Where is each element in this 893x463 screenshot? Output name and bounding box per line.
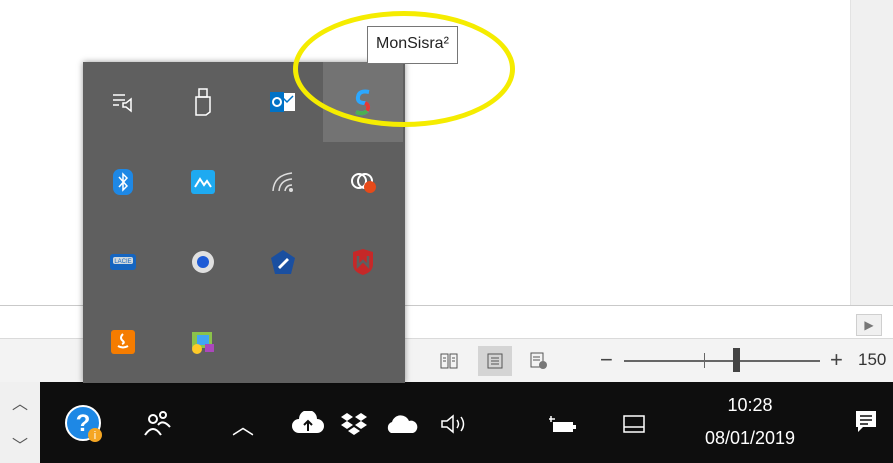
bluetooth-icon[interactable] [83,142,163,222]
print-layout-icon [487,353,503,369]
mcafee-icon[interactable] [323,222,403,302]
chevron-up-icon[interactable]: ︿ [12,390,28,414]
lacie-drive-icon[interactable]: LACIE [83,222,163,302]
onedrive-icon[interactable] [382,408,422,440]
cloud-sync-icon[interactable] [323,142,403,222]
read-mode-button[interactable] [432,346,466,376]
usb-drive-icon[interactable] [163,62,243,142]
print-layout-button[interactable] [478,346,512,376]
outlook-icon[interactable] [243,62,323,142]
tablet-mode-icon[interactable] [616,408,652,440]
zoom-slider-midmark [704,353,705,368]
color-app-icon[interactable] [163,302,243,382]
svg-text:?: ? [76,410,91,437]
zoom-out-button[interactable]: − [600,345,613,375]
clock[interactable]: 10:28 08/01/2019 [680,382,820,463]
cloud-upload-icon[interactable] [290,408,326,440]
zoom-percent[interactable]: 150 [858,345,886,375]
action-center-icon[interactable] [848,404,884,440]
svg-text:LACIE: LACIE [114,259,131,265]
clock-date: 08/01/2019 [704,428,796,448]
vertical-scrollbar[interactable] [850,0,893,338]
web-layout-button[interactable] [522,346,556,376]
blue-dot-icon[interactable] [163,222,243,302]
zoom-slider-thumb[interactable] [733,348,740,372]
taskbar-scroll[interactable]: ︿ ﹀ [0,382,40,463]
zoom-in-button[interactable]: + [830,345,843,375]
monsisra-icon[interactable] [323,62,403,142]
help-icon[interactable]: ? i [62,402,106,446]
clock-time: 10:28 [727,395,773,415]
pen-shield-icon[interactable] [243,222,323,302]
java-icon[interactable] [83,302,163,382]
wifi-icon[interactable] [243,142,323,222]
web-layout-icon [530,352,547,369]
tooltip: MonSisra² [367,26,458,64]
mountain-app-icon[interactable] [163,142,243,222]
scroll-right-icon[interactable]: ▶ [856,314,882,336]
taskbar: ︿ ﹀ ? i ︿ 10:28 08/01/2019 [0,382,893,463]
people-icon[interactable] [140,407,176,439]
show-hidden-icons-chevron-icon[interactable]: ︿ [228,410,258,440]
dropbox-icon[interactable] [336,408,372,440]
zoom-slider-track[interactable] [624,360,820,362]
playlist-audio-icon[interactable] [83,62,163,142]
tray-overflow-popup: LACIE [83,62,405,383]
volume-icon[interactable] [436,408,472,440]
read-mode-icon [440,353,458,369]
chevron-down-icon[interactable]: ﹀ [12,432,28,456]
battery-charging-icon[interactable] [544,408,580,440]
svg-text:i: i [94,430,96,442]
